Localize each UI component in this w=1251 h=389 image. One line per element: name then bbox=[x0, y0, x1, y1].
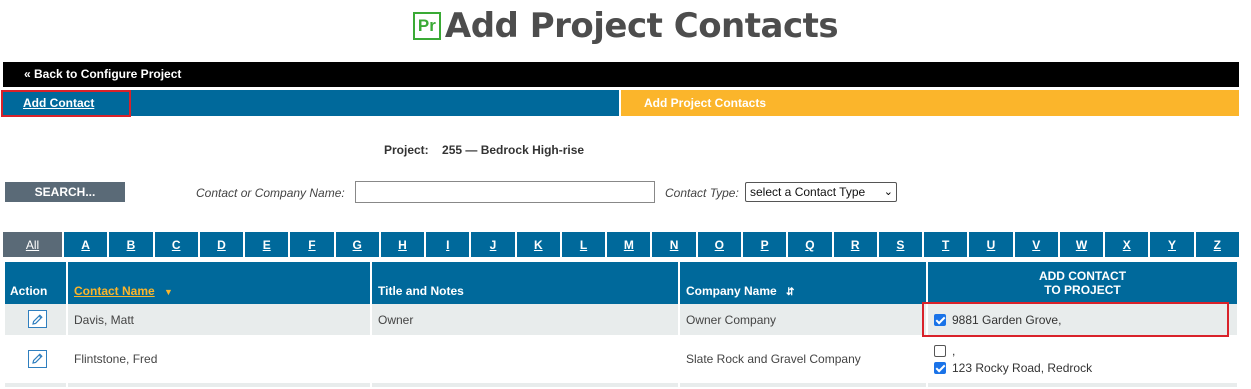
alpha-filter-w[interactable]: W bbox=[1059, 232, 1104, 257]
company-name-cell: Slate Rock and Gravel Company bbox=[680, 337, 926, 383]
partial-cell bbox=[5, 383, 66, 389]
contact-name-label: Contact or Company Name: bbox=[196, 186, 345, 200]
table-row bbox=[5, 383, 1237, 389]
sort-icon: ⇵ bbox=[786, 287, 795, 298]
alpha-filter-z[interactable]: Z bbox=[1195, 232, 1239, 257]
header-add-line1: ADD CONTACT bbox=[1038, 269, 1127, 283]
contact-name-cell: Davis, Matt bbox=[68, 304, 370, 337]
alpha-filter-p[interactable]: P bbox=[742, 232, 787, 257]
alpha-filter-i[interactable]: I bbox=[426, 232, 470, 257]
alpha-filter-u[interactable]: U bbox=[969, 232, 1013, 257]
pencil-icon[interactable] bbox=[28, 349, 47, 368]
company-name-cell: Owner Company bbox=[680, 304, 926, 337]
contact-type-select[interactable]: select a Contact Type ⌄ bbox=[745, 182, 897, 202]
alpha-filter-l[interactable]: L bbox=[561, 232, 606, 257]
contact-name-sort-link[interactable]: Contact Name bbox=[74, 284, 155, 298]
project-value: 255 — Bedrock High-rise bbox=[442, 143, 585, 157]
address-option: 123 Rocky Road, Redrock bbox=[934, 359, 1231, 376]
back-to-configure-project-link[interactable]: « Back to Configure Project bbox=[24, 67, 181, 81]
tab-add-project-contacts[interactable]: Add Project Contacts bbox=[621, 90, 1239, 116]
address-option: , bbox=[934, 342, 1231, 359]
table-row: Davis, Matt Owner Owner Company 9881 Gar… bbox=[5, 304, 1237, 337]
pencil-icon[interactable] bbox=[28, 310, 47, 329]
company-name-sort-link[interactable]: Company Name bbox=[686, 284, 777, 298]
action-cell bbox=[5, 304, 66, 337]
contact-name-cell: Flintstone, Fred bbox=[68, 337, 370, 383]
caret-down-icon: ▼ bbox=[164, 287, 173, 297]
address-checkbox[interactable] bbox=[934, 313, 946, 326]
chevron-down-icon: ⌄ bbox=[883, 186, 893, 198]
add-contact-highlight bbox=[1, 90, 131, 117]
alpha-filter-j[interactable]: J bbox=[471, 232, 515, 257]
alpha-filter-k[interactable]: K bbox=[516, 232, 560, 257]
address-text: 9881 Garden Grove, bbox=[952, 312, 1062, 327]
add-contact-cell: , 123 Rocky Road, Redrock bbox=[928, 337, 1237, 383]
alpha-filter-r[interactable]: R bbox=[833, 232, 877, 257]
action-cell bbox=[5, 337, 66, 383]
partial-cell bbox=[680, 383, 926, 389]
alpha-filter-f[interactable]: F bbox=[290, 232, 334, 257]
alpha-filter-y[interactable]: Y bbox=[1150, 232, 1194, 257]
alpha-filter-q[interactable]: Q bbox=[788, 232, 832, 257]
project-info: Project: 255 — Bedrock High-rise bbox=[384, 143, 584, 157]
table-row: Flintstone, Fred Slate Rock and Gravel C… bbox=[5, 337, 1237, 383]
page-title: Add Project Contacts bbox=[444, 6, 839, 46]
add-contact-cell: 9881 Garden Grove, bbox=[928, 304, 1237, 337]
add-project-contacts-label: Add Project Contacts bbox=[644, 96, 767, 110]
search-button[interactable]: SEARCH... bbox=[5, 182, 125, 202]
tab-bar: Add Contact Add Project Contacts bbox=[1, 90, 1239, 117]
partial-cell bbox=[928, 383, 1237, 389]
partial-cell bbox=[68, 383, 370, 389]
project-label: Project: bbox=[384, 143, 429, 157]
address-checkbox[interactable] bbox=[934, 361, 946, 374]
alpha-filter-c[interactable]: C bbox=[154, 232, 198, 257]
page-header: Pr Add Project Contacts bbox=[0, 6, 1251, 46]
title-notes-cell: Owner bbox=[372, 304, 678, 337]
address-option: 9881 Garden Grove, bbox=[934, 311, 1231, 328]
header-action: Action bbox=[5, 262, 66, 304]
address-checkbox[interactable] bbox=[934, 344, 946, 357]
alpha-filter-all[interactable]: All bbox=[3, 232, 62, 257]
header-title-notes: Title and Notes bbox=[372, 262, 678, 304]
partial-cell bbox=[372, 383, 678, 389]
address-text: , bbox=[952, 343, 956, 358]
alpha-filter-m[interactable]: M bbox=[607, 232, 651, 257]
alpha-filter-t[interactable]: T bbox=[924, 232, 968, 257]
alpha-filter-x[interactable]: X bbox=[1105, 232, 1149, 257]
alphabet-filter: All A B C D E F G H I J K L M N O P Q R S T U V W X Y Z bbox=[3, 232, 1239, 257]
address-text: 123 Rocky Road, Redrock bbox=[952, 360, 1093, 375]
alpha-filter-b[interactable]: B bbox=[109, 232, 153, 257]
alpha-filter-h[interactable]: H bbox=[380, 232, 425, 257]
header-add-contact: ADD CONTACT TO PROJECT bbox=[928, 262, 1237, 304]
alpha-filter-g[interactable]: G bbox=[335, 232, 379, 257]
contact-name-input[interactable] bbox=[355, 181, 655, 203]
alpha-filter-o[interactable]: O bbox=[697, 232, 741, 257]
contacts-table: Action Contact Name ▼ Title and Notes Co… bbox=[3, 262, 1239, 389]
alpha-filter-n[interactable]: N bbox=[652, 232, 696, 257]
alpha-filter-e[interactable]: E bbox=[245, 232, 289, 257]
alpha-filter-s[interactable]: S bbox=[878, 232, 923, 257]
header-company-name[interactable]: Company Name ⇵ bbox=[680, 262, 926, 304]
alpha-filter-a[interactable]: A bbox=[64, 232, 108, 257]
contact-type-label: Contact Type: bbox=[665, 186, 739, 200]
header-contact-name[interactable]: Contact Name ▼ bbox=[68, 262, 370, 304]
alpha-filter-d[interactable]: D bbox=[199, 232, 244, 257]
app-logo-icon: Pr bbox=[412, 12, 441, 40]
alpha-filter-v[interactable]: V bbox=[1014, 232, 1058, 257]
header-add-line2: TO PROJECT bbox=[1044, 283, 1121, 297]
back-nav-bar: « Back to Configure Project bbox=[3, 62, 1239, 87]
title-notes-cell bbox=[372, 337, 678, 383]
contact-type-selected: select a Contact Type bbox=[750, 185, 866, 199]
